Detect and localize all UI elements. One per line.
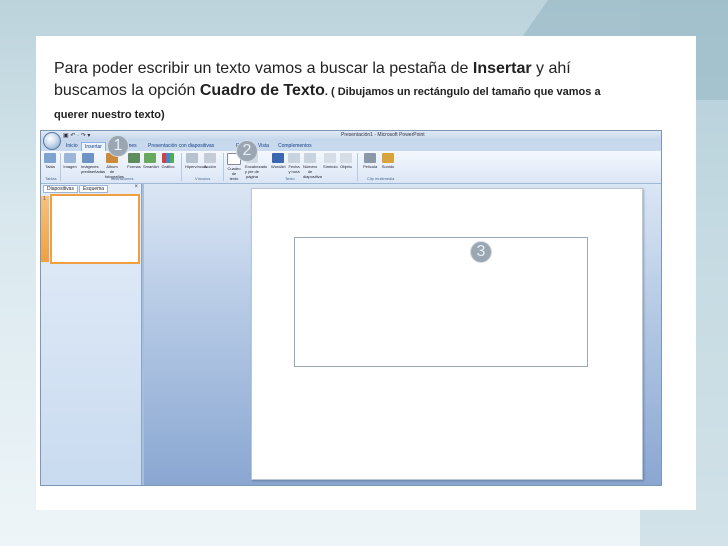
instruction-caption: Para poder escribir un texto vamos a bus…	[54, 58, 674, 126]
omega-icon	[324, 153, 336, 163]
action-button[interactable]: Acción	[203, 153, 217, 169]
group-separator	[60, 153, 61, 181]
tab-presentacion[interactable]: Presentación con diapositivas	[145, 142, 217, 151]
object-icon	[340, 153, 352, 163]
chart-icon	[162, 153, 174, 163]
hyperlink-icon	[186, 153, 198, 163]
step-badge-3: 3	[470, 241, 492, 263]
object-button[interactable]: Objeto	[339, 153, 353, 169]
smartart-icon	[144, 153, 156, 163]
slide-number-button[interactable]: Número de diapositiva	[303, 153, 322, 179]
hyperlink-button[interactable]: Hipervínculo	[185, 153, 207, 169]
action-icon	[204, 153, 216, 163]
caption-note: querer nuestro texto)	[54, 109, 165, 121]
caption-bold-cuadro: Cuadro de Texto	[199, 82, 325, 99]
tab-insertar[interactable]: Insertar	[81, 142, 106, 151]
slides-pane: Diapositivas Esquema × 1	[41, 184, 142, 485]
selected-slide-indicator	[41, 196, 49, 262]
group-label-links: Vínculos	[195, 176, 211, 181]
caption-text: buscamos la opción	[54, 82, 200, 99]
chart-button[interactable]: Gráfico	[161, 153, 175, 169]
window-title: Presentación1 - Microsoft PowerPoint	[341, 132, 425, 138]
tab-outline[interactable]: Esquema	[78, 185, 109, 193]
smartart-button[interactable]: SmartArt	[143, 153, 159, 169]
powerpoint-screenshot: ▣ ↶ · ↷ ▾ Presentación1 - Microsoft Powe…	[40, 130, 662, 486]
caption-note: . ( Dibujamos un rectángulo del tamaño q…	[324, 86, 601, 98]
step-badge-1: 1	[107, 135, 129, 157]
group-separator	[223, 153, 224, 181]
caption-text: y ahí	[531, 60, 571, 77]
date-time-button[interactable]: Fecha y hora	[287, 153, 301, 174]
calendar-icon	[288, 153, 300, 163]
office-button-icon[interactable]	[43, 132, 61, 150]
tab-complementos[interactable]: Complementos	[275, 142, 315, 151]
group-label-tables: Tablas	[45, 176, 57, 181]
group-separator	[357, 153, 358, 181]
sound-button[interactable]: Sonido	[381, 153, 395, 169]
group-label-illustrations: Ilustraciones	[111, 176, 134, 181]
group-label-text: Texto	[285, 176, 295, 181]
table-icon	[44, 153, 56, 163]
slide-canvas[interactable]	[251, 188, 643, 480]
group-label-media: Clip multimedia	[367, 176, 395, 181]
clipart-button[interactable]: Imágenes prediseñadas	[81, 153, 105, 174]
ribbon-tabs: Inicio Insertar Animaciones Presentación…	[41, 141, 661, 151]
wordart-button[interactable]: WordArt	[271, 153, 286, 169]
image-button[interactable]: Imagen	[63, 153, 77, 169]
close-icon[interactable]: ×	[134, 184, 138, 190]
ribbon: Tabla Imagen Imágenes prediseñadas Álbum…	[41, 151, 661, 184]
slide-thumbnail-number: 1	[43, 196, 46, 202]
drawn-text-box[interactable]	[294, 237, 588, 367]
shapes-button[interactable]: Formas	[127, 153, 141, 169]
caption-bold-insertar: Insertar	[472, 60, 532, 77]
image-icon	[64, 153, 76, 163]
wordart-icon	[272, 153, 284, 163]
pane-tabs: Diapositivas Esquema	[43, 185, 109, 193]
tab-inicio[interactable]: Inicio	[63, 142, 81, 151]
step-badge-2: 2	[236, 140, 258, 162]
group-separator	[181, 153, 182, 181]
quick-access-toolbar[interactable]: ▣ ↶ · ↷ ▾	[63, 132, 90, 139]
movie-button[interactable]: Película	[363, 153, 377, 169]
slide-thumbnail[interactable]	[50, 194, 140, 264]
table-button[interactable]: Tabla	[43, 153, 57, 169]
speaker-icon	[382, 153, 394, 163]
film-icon	[364, 153, 376, 163]
title-bar: ▣ ↶ · ↷ ▾ Presentación1 - Microsoft Powe…	[41, 131, 661, 141]
clipart-icon	[82, 153, 94, 163]
tab-slides[interactable]: Diapositivas	[43, 185, 78, 193]
symbol-button[interactable]: Símbolo	[323, 153, 338, 169]
shapes-icon	[128, 153, 140, 163]
slide-number-icon	[304, 153, 316, 163]
slide-editing-area	[144, 184, 661, 485]
caption-text: Para poder escribir un texto vamos a bus…	[54, 60, 473, 77]
